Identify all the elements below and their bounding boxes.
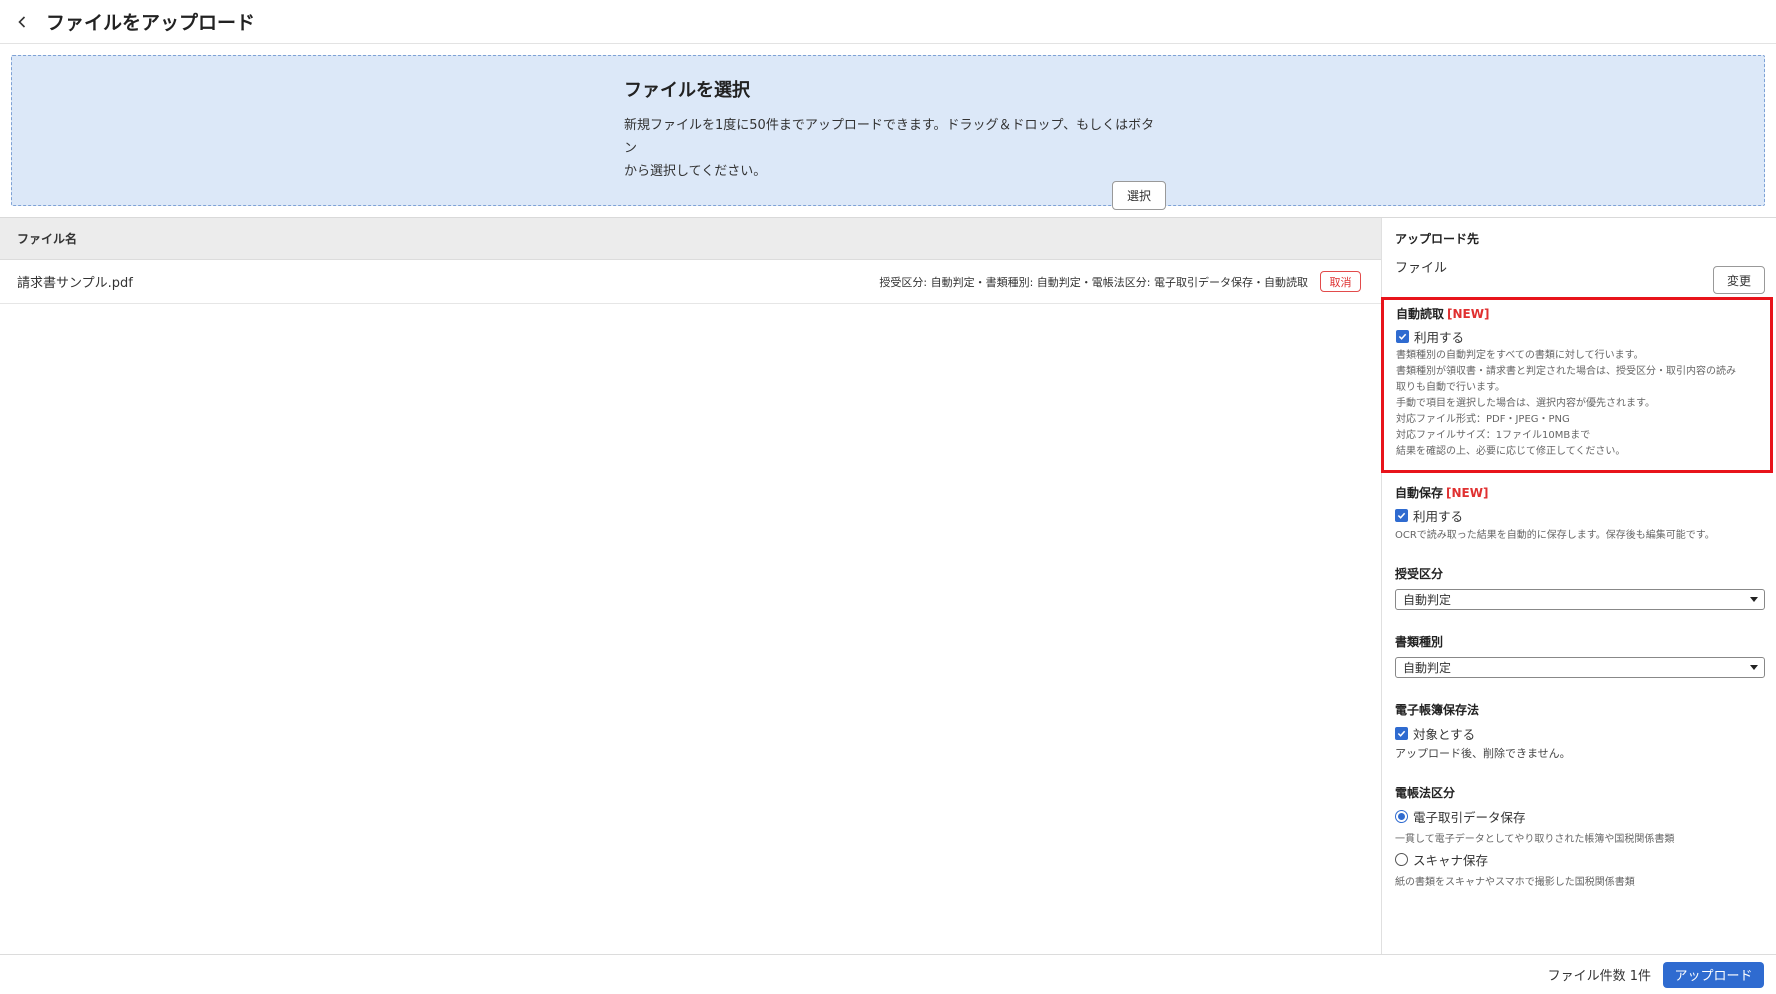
auto-read-checkbox-label: 利用する xyxy=(1414,330,1465,345)
auto-read-note: 書類種別が領収書・請求書と判定された場合は、授受区分・取引内容の読み xyxy=(1396,366,1736,377)
auto-read-note: 対応ファイル形式：PDF・JPEG・PNG xyxy=(1396,414,1570,425)
upload-settings-panel: アップロード先 ファイル 変更 自動読取 [NEW] 利用する 書類種別の自動判定… xyxy=(1381,218,1776,954)
ebook-category-section: 電帳法区分 電子取引データ保存 一貫して電子データとしてやり取りされた帳簿や国税… xyxy=(1395,784,1767,891)
document-type-label: 書類種別 xyxy=(1395,635,1444,649)
column-header-filename: ファイル名 xyxy=(0,218,1381,260)
dropzone-title: ファイルを選択 xyxy=(624,80,750,101)
chevron-left-icon[interactable] xyxy=(4,0,40,44)
auto-save-note: OCRで読み取った結果を自動的に保存します。保存後も編集可能です。 xyxy=(1395,530,1715,541)
file-settings-summary: 授受区分: 自動判定・書類種別: 自動判定・電帳法区分: 電子取引データ保存・自… xyxy=(879,275,1308,289)
auto-read-note: 対応ファイルサイズ：1ファイル10MBまで xyxy=(1396,430,1591,441)
file-dropzone[interactable]: ファイルを選択 新規ファイルを1度に50件までアップロードできます。ドラッグ＆ド… xyxy=(11,55,1765,210)
document-type-select[interactable]: 自動判定 xyxy=(1395,657,1765,678)
check-icon xyxy=(1398,333,1407,340)
new-badge: [NEW] xyxy=(1447,307,1490,321)
file-name: 請求書サンプル.pdf xyxy=(17,276,133,291)
upload-button[interactable]: アップロード xyxy=(1663,961,1764,988)
cancel-file-button[interactable]: 取消 xyxy=(1320,271,1361,292)
radio-label: スキャナ保存 xyxy=(1413,853,1489,868)
new-badge: [NEW] xyxy=(1446,486,1489,500)
radio-dot xyxy=(1398,813,1405,820)
auto-read-label: 自動読取 xyxy=(1396,307,1445,321)
receive-category-section: 授受区分 自動判定 xyxy=(1395,565,1767,610)
receive-category-value: 自動判定 xyxy=(1403,593,1452,607)
receive-category-select[interactable]: 自動判定 xyxy=(1395,589,1765,610)
upload-destination: アップロード先 ファイル 変更 xyxy=(1395,230,1765,294)
radio-label: 電子取引データ保存 xyxy=(1413,810,1526,825)
check-icon xyxy=(1397,730,1406,737)
radio-note: 紙の書類をスキャナやスマホで撮影した国税関係書類 xyxy=(1395,877,1635,888)
receive-category-label: 授受区分 xyxy=(1395,567,1444,581)
ebook-law-checkbox[interactable] xyxy=(1395,727,1408,740)
dropzone-description-line: 新規ファイルを1度に50件までアップロードできます。ドラッグ＆ドロップ、もしくは… xyxy=(624,118,1155,156)
auto-read-note: 手動で項目を選択した場合は、選択内容が優先されます。 xyxy=(1396,398,1655,409)
destination-value: ファイル xyxy=(1395,261,1448,276)
auto-read-section: 自動読取 [NEW] 利用する 書類種別の自動判定をすべての書類に対して行います。… xyxy=(1381,297,1773,473)
auto-save-label: 自動保存 xyxy=(1395,486,1444,500)
destination-label: アップロード先 xyxy=(1395,232,1480,246)
check-icon xyxy=(1397,512,1406,519)
change-destination-button[interactable]: 変更 xyxy=(1713,266,1765,294)
ebook-category-label: 電帳法区分 xyxy=(1395,786,1456,800)
ebook-law-checkbox-label: 対象とする xyxy=(1413,727,1476,742)
page-footer: ファイル件数 1件 アップロード xyxy=(0,954,1776,994)
ebook-law-section: 電子帳簿保存法 対象とする アップロード後、削除できません。 xyxy=(1395,701,1767,762)
caret-down-icon xyxy=(1750,665,1758,670)
ebook-law-note: アップロード後、削除できません。 xyxy=(1395,747,1571,760)
page-title: ファイルをアップロード xyxy=(46,12,256,34)
radio-option-electronic[interactable]: 電子取引データ保存 xyxy=(1395,807,1767,826)
auto-save-checkbox-label: 利用する xyxy=(1413,509,1464,524)
radio-note: 一貫して電子データとしてやり取りされた帳簿や国税関係書類 xyxy=(1395,834,1675,845)
dropzone-description: 新規ファイルを1度に50件までアップロードできます。ドラッグ＆ドロップ、もしくは… xyxy=(624,114,1164,183)
page-header: ファイルをアップロード xyxy=(0,0,1776,44)
auto-read-checkbox[interactable] xyxy=(1396,330,1409,343)
auto-read-note: 書類種別の自動判定をすべての書類に対して行います。 xyxy=(1396,350,1644,361)
dropzone-description-line: から選択してください。 xyxy=(624,164,767,179)
document-type-section: 書類種別 自動判定 xyxy=(1395,633,1767,678)
ebook-law-label: 電子帳簿保存法 xyxy=(1395,703,1480,717)
auto-read-note: 結果を確認の上、必要に応じて修正してください。 xyxy=(1396,446,1626,457)
radio-scanner[interactable] xyxy=(1395,853,1408,866)
radio-option-scanner[interactable]: スキャナ保存 xyxy=(1395,850,1767,869)
document-type-value: 自動判定 xyxy=(1403,661,1452,675)
auto-save-checkbox[interactable] xyxy=(1395,509,1408,522)
file-count: ファイル件数 1件 xyxy=(1547,969,1651,984)
auto-save-section: 自動保存 [NEW] 利用する OCRで読み取った結果を自動的に保存します。保存後… xyxy=(1395,484,1767,544)
select-file-button[interactable]: 選択 xyxy=(1112,181,1166,210)
caret-down-icon xyxy=(1750,597,1758,602)
file-table: ファイル名 請求書サンプル.pdf 授受区分: 自動判定・書類種別: 自動判定・… xyxy=(0,218,1382,954)
radio-electronic[interactable] xyxy=(1395,810,1408,823)
auto-read-notes: 書類種別の自動判定をすべての書類に対して行います。 書類種別が領収書・請求書と判… xyxy=(1396,348,1772,460)
dropzone-content: ファイルを選択 新規ファイルを1度に50件までアップロードできます。ドラッグ＆ド… xyxy=(624,76,1166,210)
auto-read-note: 取りも自動で行います。 xyxy=(1396,382,1505,393)
table-row: 請求書サンプル.pdf 授受区分: 自動判定・書類種別: 自動判定・電帳法区分:… xyxy=(0,260,1381,304)
